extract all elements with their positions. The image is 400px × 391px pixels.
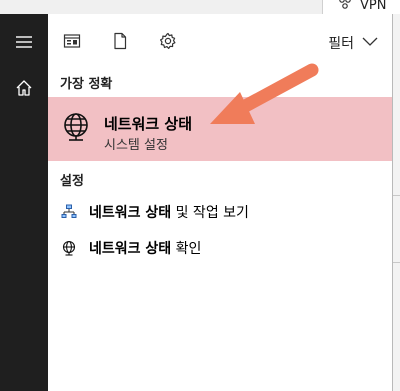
vpn-label: VPN	[360, 0, 387, 13]
gear-icon	[159, 32, 177, 54]
result-item[interactable]: 네트워크 상태 확인	[48, 230, 392, 266]
best-match-title: 네트워크 상태	[104, 115, 193, 133]
network-globe-icon	[61, 240, 77, 256]
result-item[interactable]: 네트워크 상태 및 작업 보기	[48, 194, 392, 230]
result-item-bold: 네트워크 상태	[89, 205, 172, 221]
hamburger-button[interactable]	[0, 24, 48, 64]
apps-filter-button[interactable]	[61, 32, 83, 54]
settings-heading: 설정	[60, 174, 84, 189]
home-button[interactable]	[0, 70, 48, 110]
result-item-rest: 및 작업 보기	[171, 205, 249, 221]
result-item-rest: 확인	[171, 241, 202, 257]
best-match-subtitle: 시스템 설정	[104, 138, 168, 153]
background-window-edge	[392, 14, 400, 391]
home-icon	[15, 79, 33, 101]
search-results-panel: 필터 가장 정확 네트워크 상태 시스템 설정 설정 네트워크 상태 및 작업 …	[48, 14, 393, 391]
document-icon	[111, 32, 129, 54]
vpn-icon	[338, 0, 352, 14]
chevron-down-icon	[362, 35, 378, 51]
result-item-bold: 네트워크 상태	[89, 241, 172, 257]
vpn-item[interactable]: VPN	[338, 0, 386, 14]
edge-divider	[392, 195, 400, 196]
apps-icon	[63, 32, 81, 54]
filter-label: 필터	[328, 36, 354, 52]
filter-dropdown[interactable]: 필터	[328, 32, 378, 54]
best-match-heading: 가장 정확	[60, 77, 113, 92]
start-rail	[0, 14, 48, 391]
network-share-icon	[61, 204, 77, 220]
settings-filter-button[interactable]	[157, 32, 179, 54]
edge-divider	[392, 262, 400, 263]
best-match-result[interactable]: 네트워크 상태 시스템 설정	[48, 97, 392, 161]
documents-filter-button[interactable]	[109, 32, 131, 54]
menu-icon	[15, 33, 33, 55]
search-toolbar: 필터	[48, 14, 392, 70]
network-globe-icon	[60, 111, 92, 143]
